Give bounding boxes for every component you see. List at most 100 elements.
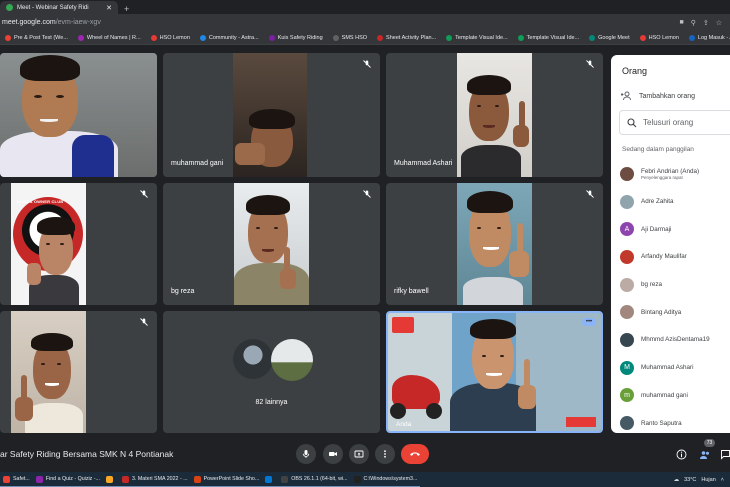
chat-button[interactable]: [718, 447, 730, 461]
video-tile-participant[interactable]: [0, 311, 157, 433]
microphone-button[interactable]: [296, 444, 316, 464]
more-options-icon[interactable]: •••: [582, 318, 596, 326]
video-tile-bg-reza[interactable]: bg reza: [163, 183, 380, 305]
bookmark-item[interactable]: Template Visual Ide...: [513, 34, 584, 41]
meeting-details-button[interactable]: [674, 447, 688, 461]
bookmark-item[interactable]: Template Visual Ide...: [441, 34, 512, 41]
search-people-input[interactable]: Telusuri orang: [619, 110, 730, 135]
participant-video: [233, 53, 307, 177]
bookmark-label: Sheet Activity Plan...: [386, 34, 437, 41]
add-people-button[interactable]: Tambahkan orang: [621, 91, 695, 101]
people-button[interactable]: 73: [698, 439, 715, 461]
app-icon: [193, 475, 201, 483]
participant-list-item[interactable]: A Aji Darmaji: [620, 215, 730, 243]
bookmarks-bar: Pre & Post Test (We... Wheel of Names | R…: [0, 31, 730, 45]
others-avatar-2: [271, 339, 313, 381]
taskbar-app-button[interactable]: PowerPoint Slide Sho...: [190, 472, 263, 487]
video-tile-self[interactable]: Anda •••: [386, 311, 603, 433]
zoom-icon[interactable]: ⚲: [691, 19, 696, 27]
bookmark-favicon-icon: [77, 34, 84, 41]
taskbar-app-label: Find a Quiz - Quiziz -...: [45, 476, 100, 482]
taskbar-app-button[interactable]: OBS 26.1.1 (64-bit, wi...: [278, 472, 351, 487]
tray-overflow-icon[interactable]: ˄: [721, 477, 724, 483]
avatar: [620, 166, 634, 181]
participant-list-item[interactable]: Ranto Saputra: [620, 409, 730, 437]
more-options-button[interactable]: [375, 444, 395, 464]
participant-video: [11, 311, 86, 433]
meeting-title: ar Safety Riding Bersama SMK N 4 Pontian…: [0, 449, 174, 459]
share-icon[interactable]: ⇪: [703, 19, 709, 27]
participant-list-item[interactable]: M Muhammad Ashari: [620, 354, 730, 382]
microphone-icon: [302, 450, 310, 458]
bookmark-item[interactable]: Google Meet: [584, 34, 635, 41]
participant-role: Penyelenggara rapat: [641, 174, 683, 180]
address-bar[interactable]: meet.google.com/evm-iaew-xgv ■ ⚲ ⇪ ☆: [0, 14, 730, 31]
participant-text: Muhammad Ashari: [641, 364, 694, 371]
search-placeholder: Telusuri orang: [643, 118, 694, 127]
video-tile-others[interactable]: 82 lainnya: [163, 311, 380, 433]
bookmark-favicon-icon: [199, 34, 206, 41]
browser-tab-meet[interactable]: Meet - Webinar Safety Ridi ✕: [0, 1, 118, 14]
present-screen-button[interactable]: [349, 444, 369, 464]
taskbar-app-button[interactable]: Find a Quiz - Quiziz -...: [32, 472, 103, 487]
bookmark-favicon-icon: [5, 34, 11, 41]
bookmark-label: Template Visual Ide...: [526, 34, 580, 41]
participant-list-item[interactable]: Arfandy Maulifar: [620, 243, 730, 271]
leave-call-button[interactable]: [401, 444, 429, 464]
participant-list-item[interactable]: Bintang Aditya: [620, 298, 730, 326]
participant-list-item[interactable]: Adre Zahita: [620, 188, 730, 216]
bookmark-item[interactable]: Community - Astra...: [195, 34, 264, 41]
self-video: [388, 313, 601, 431]
bookmark-label: SMS HSO: [341, 34, 368, 41]
camera-button[interactable]: [323, 444, 343, 464]
camera-permission-icon[interactable]: ■: [679, 19, 683, 27]
bookmark-item[interactable]: SMS HSO: [328, 34, 372, 41]
bookmark-item[interactable]: Kuis Safety Riding: [264, 34, 328, 41]
mic-muted-icon: [586, 190, 594, 198]
taskbar-app-button[interactable]: C:\Windows\system3...: [350, 472, 421, 487]
url-text[interactable]: meet.google.com/evm-iaew-xgv: [0, 19, 101, 26]
participant-name: Ranto Saputra: [641, 419, 682, 427]
app-icon: [3, 475, 10, 483]
participant-name: bg reza: [641, 281, 663, 289]
taskbar-app-label: PowerPoint Slide Sho...: [203, 476, 260, 482]
participant-name-label: Muhammad Ashari: [394, 160, 453, 167]
bookmark-label: Template Visual Ide...: [455, 34, 508, 41]
bookmark-item[interactable]: Pre & Post Test (We...: [0, 34, 73, 41]
mic-muted-icon: [586, 60, 594, 68]
avatar: A: [620, 222, 634, 237]
bookmark-favicon-icon: [639, 34, 646, 41]
close-tab-icon[interactable]: ✕: [106, 4, 112, 12]
taskbar-app-button[interactable]: 3. Materi SMA 2022 - ...: [118, 472, 191, 487]
bookmark-item[interactable]: Log Masuk - Astra...: [684, 34, 730, 41]
bookmark-item[interactable]: HSO Lemon: [635, 34, 684, 41]
participant-list-item[interactable]: Mhmmd AzisDentama19: [620, 326, 730, 354]
people-panel-title: Orang: [622, 66, 648, 76]
video-tile-participant[interactable]: HONDA OWNER CLUB: [0, 183, 157, 305]
bookmark-item[interactable]: Sheet Activity Plan...: [372, 34, 441, 41]
participant-list-item[interactable]: Febri Andrian (Anda) Penyelenggara rapat: [620, 160, 730, 188]
browser-tab-label: Meet - Webinar Safety Ridi: [17, 4, 89, 11]
participant-list-item[interactable]: m muhammad gani: [620, 382, 730, 410]
taskbar-app-button[interactable]: Safet...: [0, 472, 33, 487]
new-tab-icon[interactable]: +: [118, 4, 135, 14]
participant-text: Adre Zahita: [641, 198, 674, 205]
bookmark-item[interactable]: HSO Lemon: [146, 34, 195, 41]
app-icon: [35, 475, 43, 483]
video-tile-muhammad-ashari[interactable]: Muhammad Ashari: [386, 53, 603, 177]
video-tile-rifky-bawell[interactable]: rifky bawell: [386, 183, 603, 305]
camera-icon: [329, 452, 337, 456]
bookmark-label: HSO Lemon: [159, 34, 190, 41]
search-icon: [627, 117, 637, 127]
taskbar-app-button[interactable]: [262, 472, 279, 487]
video-tile-muhammad-gani[interactable]: muhammad gani: [163, 53, 380, 177]
taskbar-app-button[interactable]: [102, 472, 119, 487]
participant-name: Bintang Aditya: [641, 308, 682, 316]
bookmark-star-icon[interactable]: ☆: [716, 19, 722, 27]
avatar: [620, 249, 634, 264]
avatar: [620, 416, 634, 431]
video-tile-participant[interactable]: [0, 53, 157, 177]
participant-list-item[interactable]: bg reza: [620, 271, 730, 299]
bookmark-item[interactable]: Wheel of Names | R...: [73, 34, 146, 41]
participant-text: Mhmmd AzisDentama19: [641, 336, 710, 343]
